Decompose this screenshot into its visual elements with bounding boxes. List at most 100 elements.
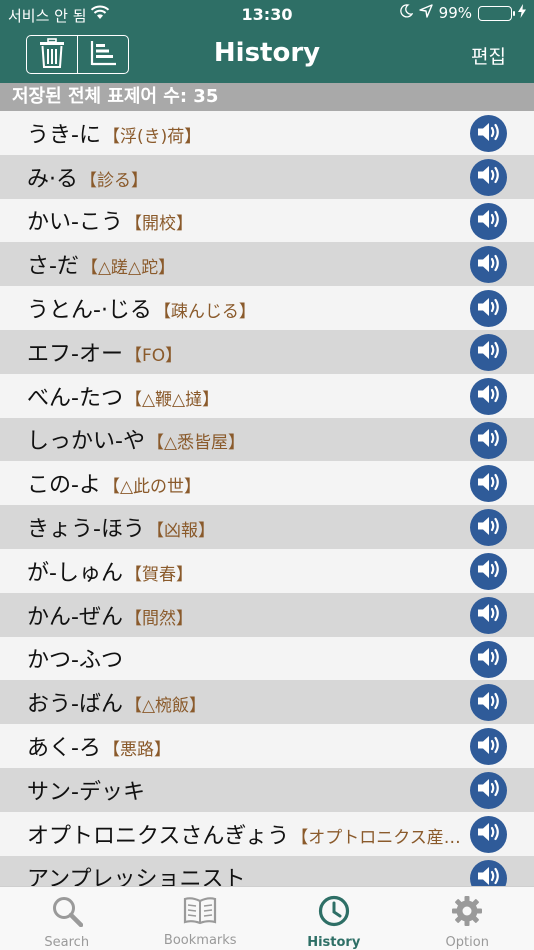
edit-button[interactable]: 편집 — [471, 42, 506, 69]
speaker-icon — [477, 471, 501, 497]
entry-headword: かい-こう — [27, 210, 123, 236]
location-icon — [418, 4, 433, 22]
entry-headword: うとん-·じる — [27, 298, 152, 324]
entry-kanji: 【間然】 — [124, 608, 193, 629]
entry-headword: あく-ろ — [27, 736, 101, 762]
entry-kanji: 【悪路】 — [102, 740, 171, 761]
list-item[interactable]: オプトロニクスさんぎょう 【オプトロニクス産… — [0, 811, 534, 856]
speaker-icon — [477, 602, 501, 628]
speaker-icon — [477, 515, 501, 541]
tab-option[interactable]: Option — [401, 887, 534, 950]
tab-label: History — [307, 935, 361, 950]
tab-label: Search — [44, 935, 90, 950]
speaker-button[interactable] — [470, 377, 507, 415]
speaker-button[interactable] — [470, 158, 507, 196]
book-icon — [183, 895, 217, 929]
entry-kanji: 【△蹉△跎】 — [80, 258, 176, 279]
entry-headword: オプトロニクスさんぎょう — [27, 823, 290, 849]
entry-headword: アンプレッショニスト — [27, 867, 246, 886]
speaker-icon — [477, 427, 501, 453]
speaker-icon — [477, 821, 501, 847]
list-item[interactable]: サン-デッキ — [0, 767, 534, 812]
entry-kanji: 【FO】 — [124, 345, 183, 366]
battery-percent: 99% — [438, 4, 472, 22]
list-item[interactable]: この-よ 【△此の世】 — [0, 461, 534, 506]
entry-kanji: 【△此の世】 — [102, 477, 202, 498]
entry-headword: かん-ぜん — [27, 604, 123, 630]
list-item[interactable]: おう-ばん 【△椀飯】 — [0, 680, 534, 725]
speaker-icon — [477, 121, 501, 147]
list-item[interactable]: かい-こう 【開校】 — [0, 198, 534, 243]
list-item[interactable]: しっかい-や 【△悉皆屋】 — [0, 417, 534, 462]
speaker-button[interactable] — [470, 771, 507, 809]
status-bar: 서비스 안 됨 13:30 99% — [0, 0, 534, 28]
tab-bar: Search Bookmarks History Option — [0, 886, 534, 950]
list-item[interactable]: うき-に 【浮(き)荷】 — [0, 111, 534, 155]
battery-icon — [478, 5, 515, 21]
entry-headword: べん-たつ — [27, 385, 123, 411]
speaker-button[interactable] — [470, 815, 507, 853]
tab-label: Option — [445, 935, 489, 950]
speaker-button[interactable] — [470, 115, 507, 152]
search-icon — [51, 895, 83, 931]
speaker-icon — [477, 164, 501, 190]
gear-icon — [451, 895, 483, 931]
entry-kanji: 【浮(き)荷】 — [102, 126, 202, 147]
speaker-icon — [477, 296, 501, 322]
status-right: 99% — [399, 4, 526, 22]
speaker-icon — [477, 690, 501, 716]
speaker-icon — [477, 558, 501, 584]
tab-search[interactable]: Search — [0, 887, 134, 950]
speaker-button[interactable] — [470, 509, 507, 547]
speaker-button[interactable] — [470, 596, 507, 634]
moon-icon — [399, 4, 414, 22]
list-item[interactable]: うとん-·じる 【疎んじる】 — [0, 286, 534, 330]
entry-kanji: 【オプトロニクス産… — [291, 827, 461, 848]
speaker-button[interactable] — [470, 640, 507, 678]
speaker-icon — [477, 865, 501, 886]
speaker-button[interactable] — [470, 421, 507, 459]
speaker-button[interactable] — [470, 202, 507, 240]
history-list: うき-に 【浮(き)荷】 み·る 【診る】 かい-こう 【開校】 さ-だ 【△蹉△跎】 … — [0, 111, 534, 886]
speaker-button[interactable] — [470, 552, 507, 590]
list-item[interactable]: アンプレッショニスト — [0, 855, 534, 886]
list-item[interactable]: が-しゅん 【賀春】 — [0, 548, 534, 593]
entry-headword: しっかい-や — [27, 429, 145, 455]
speaker-icon — [477, 208, 501, 234]
speaker-button[interactable] — [470, 684, 507, 722]
entry-headword: この-よ — [27, 473, 101, 499]
entry-kanji: 【凶報】 — [146, 521, 215, 542]
charging-icon — [518, 4, 526, 22]
entry-count: 저장된 전체 표제어 수: 35 — [0, 83, 534, 111]
speaker-button[interactable] — [470, 333, 507, 371]
speaker-button[interactable] — [470, 465, 507, 503]
speaker-icon — [477, 646, 501, 672]
entry-headword: うき-に — [27, 122, 101, 148]
speaker-button[interactable] — [470, 246, 507, 284]
list-item[interactable]: エフ-オー 【FO】 — [0, 329, 534, 374]
list-item[interactable]: あく-ろ 【悪路】 — [0, 724, 534, 768]
tab-label: Bookmarks — [163, 933, 237, 948]
entry-headword: エフ-オー — [27, 341, 123, 367]
list-item[interactable]: べん-たつ 【△鞭△撻】 — [0, 373, 534, 418]
speaker-icon — [477, 777, 501, 803]
list-item[interactable]: かつ-ふつ — [0, 636, 534, 681]
speaker-icon — [477, 734, 501, 760]
speaker-button[interactable] — [470, 728, 507, 766]
entry-kanji: 【△鞭△撻】 — [124, 389, 220, 410]
entry-headword: かつ-ふつ — [27, 648, 123, 674]
tab-history[interactable]: History — [267, 887, 401, 950]
speaker-button[interactable] — [470, 859, 507, 886]
speaker-button[interactable] — [470, 290, 507, 328]
entry-headword: きょう-ほう — [27, 517, 145, 543]
entry-headword: が-しゅん — [27, 560, 123, 586]
list-item[interactable]: さ-だ 【△蹉△跎】 — [0, 242, 534, 287]
list-item[interactable]: かん-ぜん 【間然】 — [0, 592, 534, 637]
list-item[interactable]: きょう-ほう 【凶報】 — [0, 505, 534, 549]
list-item[interactable]: み·る 【診る】 — [0, 154, 534, 199]
speaker-icon — [477, 252, 501, 278]
entry-kanji: 【開校】 — [124, 214, 193, 235]
entry-headword: おう-ばん — [27, 692, 123, 718]
speaker-icon — [477, 339, 501, 365]
tab-bookmarks[interactable]: Bookmarks — [134, 887, 268, 950]
